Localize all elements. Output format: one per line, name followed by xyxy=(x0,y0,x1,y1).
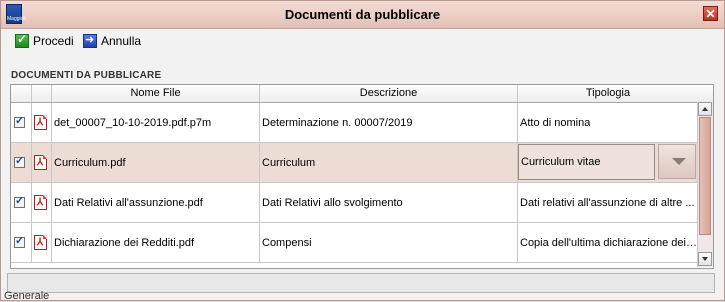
pdf-file-icon xyxy=(34,115,47,130)
descrizione-cell: Curriculum xyxy=(260,143,518,182)
scroll-down-icon[interactable] xyxy=(698,252,712,266)
nome-file-cell: Dati Relativi all'assunzione.pdf xyxy=(52,183,260,222)
nome-file-cell: det_00007_10-10-2019.pdf.p7m xyxy=(52,103,260,142)
status-bar xyxy=(7,273,715,293)
nome-file-text: Dichiarazione dei Redditi.pdf xyxy=(54,236,195,249)
column-header-icon[interactable] xyxy=(32,85,52,102)
dialog-title: Documenti da pubblicare xyxy=(284,7,441,22)
nome-file-text: Curriculum.pdf xyxy=(54,156,126,169)
tipologia-cell[interactable]: Atto di nomina xyxy=(518,103,697,142)
nome-file-cell: Curriculum.pdf xyxy=(52,143,260,182)
descrizione-cell: Dati Relativi allo svolgimento xyxy=(260,183,518,222)
nome-file-cell: Dichiarazione dei Redditi.pdf xyxy=(52,223,260,262)
table-row[interactable]: Dati Relativi all'assunzione.pdf Dati Re… xyxy=(11,183,697,223)
title-bar[interactable]: Maggioli Documenti da pubblicare ✕ xyxy=(1,1,724,29)
tipologia-text: Dati relativi all'assunzione di altre ..… xyxy=(520,196,695,209)
icon-cell xyxy=(32,103,52,142)
check-cell xyxy=(11,183,32,222)
column-header-nome-file[interactable]: Nome File xyxy=(52,85,260,102)
descrizione-text: Curriculum xyxy=(262,156,316,169)
dialog-window: Maggioli Documenti da pubblicare ✕ Proce… xyxy=(0,0,725,301)
scrollbar-thumb[interactable] xyxy=(699,117,711,235)
close-button[interactable]: ✕ xyxy=(703,6,718,21)
pdf-file-icon xyxy=(34,235,47,250)
row-checkbox[interactable] xyxy=(14,154,25,168)
check-cell xyxy=(11,143,32,182)
table-row[interactable]: det_00007_10-10-2019.pdf.p7m Determinazi… xyxy=(11,103,697,143)
row-checkbox[interactable] xyxy=(14,194,25,208)
check-icon xyxy=(15,32,29,48)
vertical-scrollbar[interactable] xyxy=(697,102,713,267)
column-header-tipologia[interactable]: Tipologia xyxy=(518,85,698,102)
tipologia-cell: Curriculum vitae xyxy=(518,143,697,182)
nome-file-text: det_00007_10-10-2019.pdf.p7m xyxy=(54,116,212,129)
pdf-file-icon xyxy=(34,195,47,210)
column-header-check[interactable] xyxy=(11,85,32,102)
tipologia-cell[interactable]: Copia dell'ultima dichiarazione dei ... xyxy=(518,223,697,262)
nome-file-text: Dati Relativi all'assunzione.pdf xyxy=(54,196,203,209)
icon-cell xyxy=(32,143,52,182)
descrizione-text: Determinazione n. 00007/2019 xyxy=(262,116,413,129)
toolbar: Procedi Annulla xyxy=(1,29,724,53)
check-cell xyxy=(11,103,32,142)
tipologia-cell[interactable]: Dati relativi all'assunzione di altre ..… xyxy=(518,183,697,222)
descrizione-text: Compensi xyxy=(262,236,312,249)
documents-grid: Nome File Descrizione Tipologia det_0000… xyxy=(10,84,714,269)
descrizione-cell: Determinazione n. 00007/2019 xyxy=(260,103,518,142)
procedi-label: Procedi xyxy=(33,34,74,48)
pdf-file-icon xyxy=(34,155,47,170)
row-checkbox[interactable] xyxy=(14,114,25,128)
table-row-selected[interactable]: Curriculum.pdf Curriculum Curriculum vit… xyxy=(11,143,697,183)
icon-cell xyxy=(32,223,52,262)
annulla-label: Annulla xyxy=(101,34,142,48)
check-cell xyxy=(11,223,32,262)
column-header-descrizione[interactable]: Descrizione xyxy=(260,85,518,102)
table-row[interactable]: Dichiarazione dei Redditi.pdf Compensi C… xyxy=(11,223,697,263)
procedi-button[interactable]: Procedi xyxy=(15,32,74,50)
annulla-button[interactable]: Annulla xyxy=(83,32,141,50)
descrizione-text: Dati Relativi allo svolgimento xyxy=(262,196,403,209)
scroll-up-icon[interactable] xyxy=(698,102,712,116)
arrow-right-icon xyxy=(83,33,97,48)
dropdown-chevron-icon[interactable] xyxy=(658,144,696,179)
tipologia-dropdown[interactable]: Curriculum vitae xyxy=(518,144,655,180)
descrizione-cell: Compensi xyxy=(260,223,518,262)
section-title: DOCUMENTI DA PUBBLICARE xyxy=(11,70,162,81)
tipologia-text: Atto di nomina xyxy=(520,116,591,129)
background-tab-generale[interactable]: Generale xyxy=(4,290,49,302)
tipologia-selected-value: Curriculum vitae xyxy=(521,156,601,168)
tipologia-text: Copia dell'ultima dichiarazione dei ... xyxy=(520,236,697,249)
icon-cell xyxy=(32,183,52,222)
row-checkbox[interactable] xyxy=(14,234,25,248)
grid-header: Nome File Descrizione Tipologia xyxy=(11,85,713,103)
